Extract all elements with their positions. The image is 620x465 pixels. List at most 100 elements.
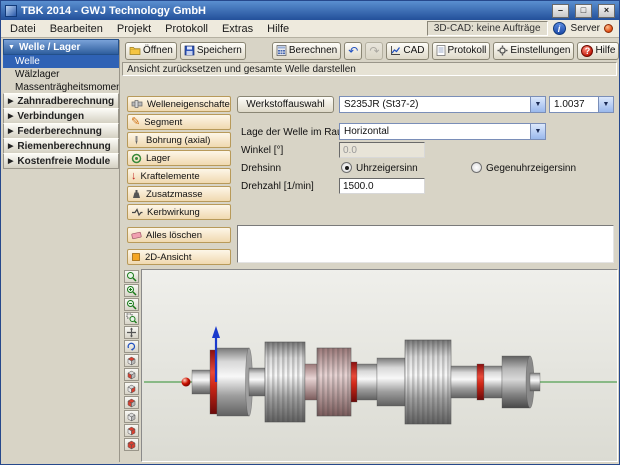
floppy-disk-icon <box>184 45 195 56</box>
chevron-right-icon: ▶ <box>8 143 14 150</box>
view-left-icon[interactable] <box>124 396 139 409</box>
view-iso-icon[interactable] <box>124 438 139 451</box>
bearing-icon <box>131 153 142 164</box>
nav-section-welle-lager[interactable]: ▼ Welle / Lager <box>3 39 119 55</box>
shaft-3d-canvas[interactable] <box>141 269 618 462</box>
sidebar-item-welle[interactable]: Welle <box>3 55 119 68</box>
material-value: S235JR (St37-2) <box>344 99 419 110</box>
segment-button[interactable]: ✎ Segment <box>127 114 231 130</box>
nav-section-label: Verbindungen <box>17 110 85 122</box>
square-2d-icon <box>131 252 141 262</box>
notch-icon <box>131 207 143 217</box>
rotation-cw-radio[interactable] <box>341 162 352 173</box>
chevron-right-icon: ▶ <box>8 158 14 165</box>
zoom-in-icon[interactable] <box>124 284 139 297</box>
sidebar-item-waelzlager[interactable]: Wälzlager <box>3 68 119 81</box>
gear-icon <box>497 45 508 56</box>
info-icon[interactable]: i <box>552 22 566 35</box>
maximize-button[interactable]: □ <box>575 3 592 18</box>
nav-section-label: Zahnradberechnung <box>17 95 115 107</box>
nav-section-verbindungen[interactable]: ▶ Verbindungen <box>3 108 119 124</box>
zoom-fit-icon[interactable] <box>124 270 139 283</box>
clear-all-button[interactable]: Alles löschen <box>127 227 231 243</box>
nav-section-label: Welle / Lager <box>18 41 81 53</box>
menu-protokoll[interactable]: Protokoll <box>158 22 215 36</box>
orientation-combo[interactable]: Horizontal ▼ <box>339 123 546 140</box>
nav-section-riemenberechnung[interactable]: ▶ Riemenberechnung <box>3 138 119 154</box>
rotate-view-icon[interactable] <box>124 340 139 353</box>
view-front-icon[interactable] <box>124 368 139 381</box>
undo-icon: ↶ <box>348 43 359 58</box>
eraser-icon <box>131 231 142 240</box>
shaft-properties-button[interactable]: Welleneigenschaften <box>127 96 231 112</box>
app-icon <box>5 4 17 17</box>
undo-button[interactable]: ↶ <box>344 41 363 60</box>
open-button[interactable]: Öffnen <box>125 41 177 60</box>
bearing-button[interactable]: Lager <box>127 150 231 166</box>
viewport-3d <box>122 268 619 464</box>
chevron-right-icon: ▶ <box>8 98 14 105</box>
nav-section-zahnradberechnung[interactable]: ▶ Zahnradberechnung <box>3 93 119 109</box>
view-right-icon[interactable] <box>124 382 139 395</box>
additional-mass-button[interactable]: Zusatzmasse <box>127 186 231 202</box>
chevron-down-icon: ▼ <box>8 43 15 51</box>
material-number-combo[interactable]: 1.0037 ▼ <box>549 96 614 113</box>
menu-projekt[interactable]: Projekt <box>110 22 158 36</box>
help-button[interactable]: ? Hilfe <box>577 41 619 60</box>
redo-icon: ↷ <box>369 43 380 58</box>
nav-section-federberechnung[interactable]: ▶ Federberechnung <box>3 123 119 139</box>
material-combo[interactable]: S235JR (St37-2) ▼ <box>339 96 546 113</box>
view-bottom-icon[interactable] <box>124 424 139 437</box>
redo-button[interactable]: ↷ <box>365 41 384 60</box>
rotation-cw-label[interactable]: Uhrzeigersinn <box>356 163 418 174</box>
speed-label: Drehzahl [1/min] <box>241 181 314 192</box>
nav-section-label: Kostenfreie Module <box>17 155 111 167</box>
pencil-icon: ✎ <box>131 115 141 128</box>
sidebar-item-massentraegheitsmoment[interactable]: Massenträgheitsmoment <box>3 81 119 94</box>
chevron-down-icon[interactable]: ▼ <box>530 97 545 112</box>
shaft-icon <box>131 99 143 109</box>
title-bar[interactable]: TBK 2014 - GWJ Technology GmbH – □ × <box>1 1 619 20</box>
arrow-down-icon: ↓ <box>131 169 137 182</box>
calculator-icon <box>276 45 287 56</box>
comment-textarea[interactable] <box>237 225 614 263</box>
material-select-button[interactable]: Werkstoffauswahl <box>237 96 334 113</box>
save-button[interactable]: Speichern <box>179 41 246 60</box>
view-back-icon[interactable] <box>124 410 139 423</box>
view-2d-button[interactable]: 2D-Ansicht <box>127 249 231 265</box>
chevron-down-icon[interactable]: ▼ <box>530 124 545 139</box>
close-button[interactable]: × <box>598 3 615 18</box>
menu-bearbeiten[interactable]: Bearbeiten <box>43 22 110 36</box>
rotation-label: Drehsinn <box>241 163 282 174</box>
menu-hilfe[interactable]: Hilfe <box>260 22 296 36</box>
chevron-right-icon: ▶ <box>8 113 14 120</box>
drill-icon <box>131 135 142 146</box>
report-button[interactable]: Protokoll <box>431 41 491 60</box>
settings-button[interactable]: Einstellungen <box>493 41 575 60</box>
minimize-button[interactable]: – <box>552 3 569 18</box>
force-elements-button[interactable]: ↓ Kraftelemente <box>127 168 231 184</box>
speed-input[interactable] <box>339 178 425 194</box>
document-icon <box>436 45 446 56</box>
axial-bore-button[interactable]: Bohrung (axial) <box>127 132 231 148</box>
window-title: TBK 2014 - GWJ Technology GmbH <box>21 4 206 17</box>
cad-button[interactable]: CAD <box>386 41 429 60</box>
weight-icon <box>131 189 142 199</box>
view-top-icon[interactable] <box>124 354 139 367</box>
notch-effect-button[interactable]: Kerbwirkung <box>127 204 231 220</box>
shaft-3d-rendering <box>144 326 617 425</box>
zoom-window-icon[interactable] <box>124 312 139 325</box>
angle-input[interactable] <box>339 142 425 158</box>
server-label: Server <box>570 23 600 34</box>
chevron-down-icon[interactable]: ▼ <box>598 97 613 112</box>
calculate-button[interactable]: Berechnen <box>271 41 342 60</box>
rotation-ccw-label[interactable]: Gegenuhrzeigersinn <box>486 163 576 174</box>
pan-icon[interactable] <box>124 326 139 339</box>
zoom-out-icon[interactable] <box>124 298 139 311</box>
rotation-ccw-radio[interactable] <box>471 162 482 173</box>
cad-status: 3D-CAD: keine Aufträge <box>426 21 548 36</box>
nav-section-kostenfreie-module[interactable]: ▶ Kostenfreie Module <box>3 153 119 169</box>
main-toolbar: Öffnen Speichern Berechnen ↶ ↷ CAD Proto… <box>122 40 619 61</box>
menu-extras[interactable]: Extras <box>215 22 260 36</box>
menu-datei[interactable]: Datei <box>3 22 43 36</box>
